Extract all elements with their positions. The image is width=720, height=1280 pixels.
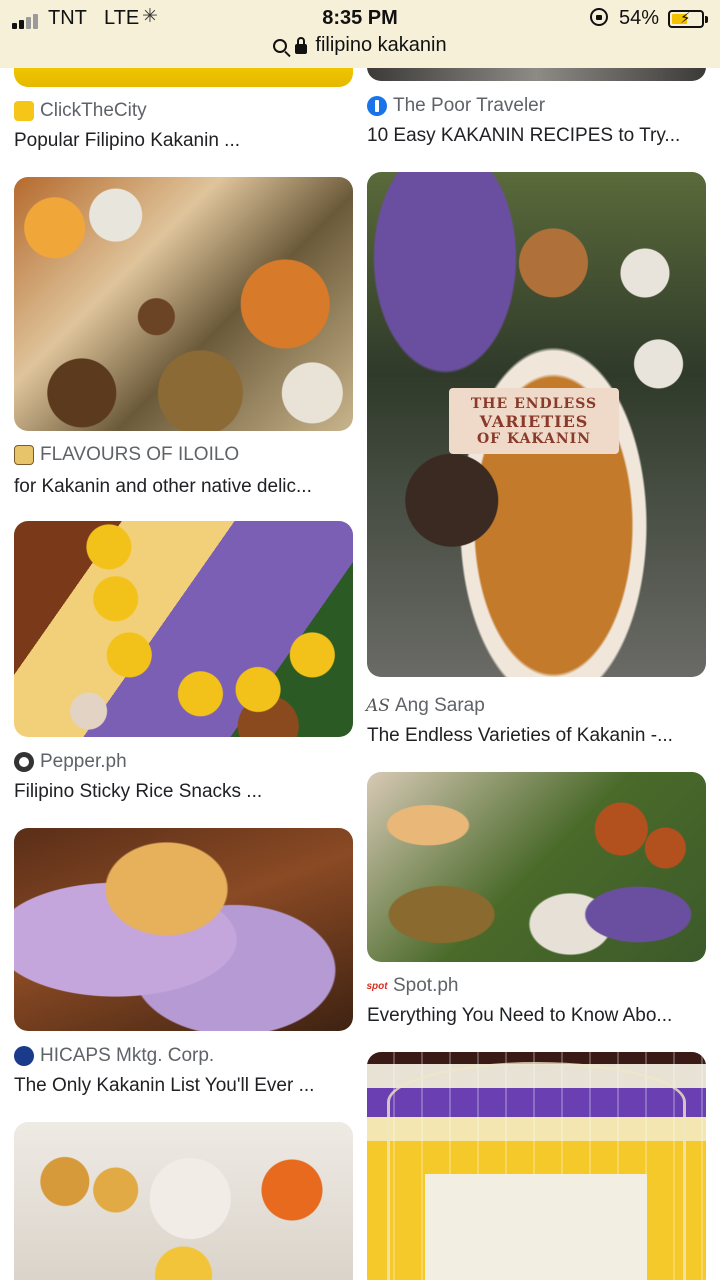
flavours-of-iloilo-favicon-icon — [14, 445, 34, 465]
browser-top-bar: TNT LTE ✳ 8:35 PM 54% ⚡ filipino kakanin — [0, 0, 720, 68]
address-bar-query[interactable]: filipino kakanin — [315, 34, 446, 57]
charging-bolt-icon: ⚡ — [680, 10, 691, 27]
result-image[interactable] — [14, 828, 353, 1031]
battery-cap — [705, 16, 708, 23]
result-source: Pepper.ph — [14, 750, 127, 774]
result-image[interactable] — [14, 177, 353, 431]
image-caption-line: THE ENDLESS — [470, 396, 598, 412]
rotation-lock-icon — [590, 8, 608, 26]
result-image[interactable] — [14, 1122, 353, 1280]
image-caption-line: VARIETIES — [479, 412, 589, 431]
hicaps-favicon-icon — [14, 1046, 34, 1066]
search-icon — [273, 38, 288, 53]
result-source-name: FLAVOURS OF ILOILO — [40, 444, 240, 465]
result-title[interactable]: Everything You Need to Know Abo... — [367, 1005, 706, 1027]
pepper-favicon-icon — [14, 752, 34, 772]
address-bar[interactable]: filipino kakanin — [0, 34, 720, 62]
result-title[interactable]: Popular Filipino Kakanin ... — [14, 130, 353, 152]
spot-favicon-icon: spot — [366, 980, 388, 992]
result-image[interactable] — [14, 521, 353, 737]
result-source: ClickTheCity — [14, 99, 147, 123]
result-source-name: The Poor Traveler — [393, 95, 546, 116]
result-source-name: Pepper.ph — [40, 751, 127, 772]
result-image[interactable] — [367, 1052, 706, 1280]
result-title[interactable]: 10 Easy KAKANIN RECIPES to Try... — [367, 125, 706, 147]
result-image[interactable]: THE ENDLESS VARIETIES OF KAKANIN — [367, 172, 706, 677]
result-source-name: Spot.ph — [393, 975, 459, 996]
result-title[interactable]: Filipino Sticky Rice Snacks ... — [14, 781, 353, 803]
padlock-icon — [295, 36, 308, 54]
image-caption-banner: THE ENDLESS VARIETIES OF KAKANIN — [449, 388, 619, 454]
result-title[interactable]: The Only Kakanin List You'll Ever ... — [14, 1075, 353, 1097]
clickthecity-favicon-icon — [14, 101, 34, 121]
result-image[interactable] — [367, 772, 706, 962]
result-source: spot Spot.ph — [366, 974, 459, 998]
battery-icon: ⚡ — [668, 10, 704, 28]
result-source: HICAPS Mktg. Corp. — [14, 1044, 214, 1068]
result-source: AS Ang Sarap — [366, 694, 485, 718]
result-title[interactable]: for Kakanin and other native delic... — [14, 476, 353, 498]
status-bar: TNT LTE ✳ 8:35 PM 54% ⚡ — [0, 4, 720, 32]
ang-sarap-favicon-icon: AS — [366, 696, 390, 716]
result-source: FLAVOURS OF ILOILO — [14, 443, 239, 467]
result-source: The Poor Traveler — [367, 94, 545, 118]
image-caption-line: OF KAKANIN — [476, 431, 592, 447]
poor-traveler-favicon-icon — [367, 96, 387, 116]
result-source-name: HICAPS Mktg. Corp. — [40, 1045, 215, 1066]
status-time: 8:35 PM — [322, 7, 398, 29]
result-source-name: ClickTheCity — [40, 100, 147, 121]
battery-percent: 54% — [619, 7, 660, 29]
result-source-name: Ang Sarap — [395, 695, 485, 716]
tray-center — [425, 1174, 647, 1280]
result-title[interactable]: The Endless Varieties of Kakanin -... — [367, 725, 706, 747]
